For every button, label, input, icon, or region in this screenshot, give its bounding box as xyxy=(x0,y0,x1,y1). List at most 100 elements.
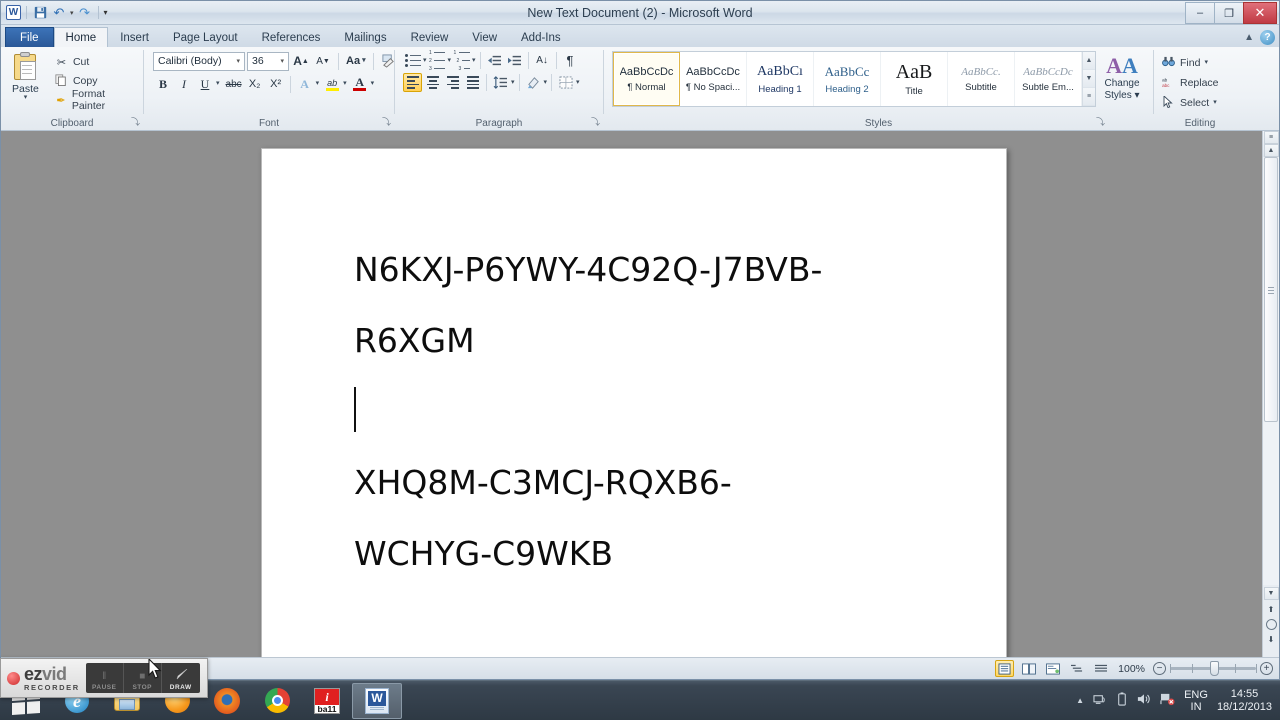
paste-dropdown-icon[interactable]: ▾ xyxy=(24,94,28,101)
style-subtitle[interactable]: AaBbCc. Subtitle xyxy=(948,52,1015,106)
tab-mailings[interactable]: Mailings xyxy=(332,27,398,48)
borders-button[interactable] xyxy=(556,73,575,92)
italic-button[interactable]: I xyxy=(174,74,194,94)
tab-add-ins[interactable]: Add-Ins xyxy=(509,27,573,48)
tab-page-layout[interactable]: Page Layout xyxy=(161,27,250,48)
format-painter-button[interactable]: ✒ Format Painter xyxy=(50,88,140,112)
taskbar-item-firefox[interactable] xyxy=(202,681,252,720)
tab-insert[interactable]: Insert xyxy=(108,27,161,48)
scroll-down-button[interactable]: ▼ xyxy=(1263,587,1279,600)
scroll-up-button[interactable]: ▲ xyxy=(1263,144,1279,157)
tab-view[interactable]: View xyxy=(460,27,509,48)
view-print-layout-button[interactable] xyxy=(995,660,1015,677)
font-color-dropdown-icon[interactable]: ▾ xyxy=(371,80,375,87)
align-center-button[interactable] xyxy=(423,73,442,92)
action-center-icon[interactable] xyxy=(1160,692,1175,709)
font-dialog-launcher[interactable]: ⤵ xyxy=(382,115,391,128)
cut-button[interactable]: ✂ Cut xyxy=(50,53,140,71)
style-heading-2[interactable]: AaBbCc Heading 2 xyxy=(814,52,881,106)
font-size-combobox[interactable]: 36 ▾ xyxy=(247,51,289,71)
multilevel-dropdown-icon[interactable]: ▾ xyxy=(472,57,476,64)
justify-button[interactable] xyxy=(463,73,482,92)
document-page[interactable]: N6KXJ-P6YWY-4C92Q-J7BVB- R6XGM XHQ8M-C3M… xyxy=(261,148,1007,657)
view-full-screen-reading-button[interactable] xyxy=(1019,660,1038,677)
subscript-button[interactable]: X₂ xyxy=(245,74,265,94)
word-logo-icon[interactable]: W xyxy=(6,5,21,20)
ezvid-pause-button[interactable]: ‖ PAUSE xyxy=(86,663,124,693)
styles-more-button[interactable]: ≡ xyxy=(1083,88,1095,106)
font-color-button[interactable]: A xyxy=(350,74,370,94)
taskbar-item-microsoft-word[interactable] xyxy=(352,682,402,719)
change-styles-button[interactable]: AA Change Styles ▾ xyxy=(1096,51,1148,102)
style-no-spacing[interactable]: AaBbCcDc ¶ No Spaci... xyxy=(680,52,747,106)
select-dropdown-icon[interactable]: ▾ xyxy=(1213,99,1217,106)
clock[interactable]: 14:55 18/12/2013 xyxy=(1217,688,1272,714)
borders-dropdown-icon[interactable]: ▾ xyxy=(576,79,580,86)
undo-dropdown-icon[interactable]: ▾ xyxy=(70,9,74,17)
sort-button[interactable]: A↓ xyxy=(533,51,552,70)
split-window-icon[interactable]: ≡ xyxy=(1263,131,1279,144)
scrollbar-track[interactable] xyxy=(1263,157,1279,585)
font-name-combobox[interactable]: Calibri (Body) ▾ xyxy=(153,51,245,71)
find-dropdown-icon[interactable]: ▾ xyxy=(1204,59,1208,66)
style-normal[interactable]: AaBbCcDc ¶ Normal xyxy=(613,52,680,106)
undo-icon[interactable]: ↶ xyxy=(51,5,67,21)
styles-scroll-down-button[interactable]: ▼ xyxy=(1083,70,1095,88)
paste-button[interactable]: Paste ▾ xyxy=(4,51,47,101)
view-web-layout-button[interactable] xyxy=(1043,660,1062,677)
increase-indent-button[interactable] xyxy=(505,51,524,70)
numbering-dropdown-icon[interactable]: ▾ xyxy=(448,57,452,64)
previous-page-button[interactable]: ⬆ xyxy=(1264,602,1279,617)
shading-button[interactable] xyxy=(524,73,543,92)
show-hidden-icons-button[interactable]: ▲ xyxy=(1076,696,1084,705)
ezvid-draw-button[interactable]: DRAW xyxy=(162,663,200,693)
line-spacing-dropdown-icon[interactable]: ▾ xyxy=(511,79,515,86)
style-subtle-emphasis[interactable]: AaBbCcDc Subtle Em... xyxy=(1015,52,1082,106)
scrollbar-thumb[interactable] xyxy=(1264,157,1278,422)
grow-font-button[interactable]: A ▲ xyxy=(291,51,311,71)
minimize-ribbon-icon[interactable]: ▲ xyxy=(1244,32,1254,43)
redo-icon[interactable]: ↷ xyxy=(77,5,93,21)
strikethrough-button[interactable]: abc xyxy=(224,74,244,94)
highlight-dropdown-icon[interactable]: ▾ xyxy=(343,80,349,87)
numbering-button[interactable]: 1 2 3 xyxy=(428,50,447,72)
zoom-out-button[interactable]: − xyxy=(1153,662,1166,675)
paragraph-dialog-launcher[interactable]: ⤵ xyxy=(591,115,600,128)
tab-home[interactable]: Home xyxy=(53,27,109,48)
volume-icon[interactable] xyxy=(1136,692,1151,709)
decrease-indent-button[interactable] xyxy=(485,51,504,70)
align-left-button[interactable] xyxy=(403,73,422,92)
style-title[interactable]: AaB Title xyxy=(881,52,948,106)
line-spacing-button[interactable] xyxy=(491,73,510,92)
language-indicator[interactable]: ENG IN xyxy=(1184,689,1208,713)
ezvid-recorder-toolbar[interactable]: ezvid RECORDER ‖ PAUSE ■ STOP DRAW xyxy=(0,658,208,698)
zoom-track[interactable] xyxy=(1170,661,1257,676)
zoom-percent-label[interactable]: 100% xyxy=(1118,663,1145,675)
styles-scroll-up-button[interactable]: ▲ xyxy=(1083,52,1095,70)
styles-gallery-scrollbar[interactable]: ▲ ▼ ≡ xyxy=(1082,52,1095,106)
show-formatting-marks-button[interactable]: ¶ xyxy=(561,51,580,70)
underline-button[interactable]: U xyxy=(195,74,215,94)
shrink-font-button[interactable]: A ▼ xyxy=(313,51,333,71)
zoom-slider-thumb[interactable] xyxy=(1209,661,1219,676)
change-case-button[interactable]: Aa ▾ xyxy=(344,51,368,71)
tab-file[interactable]: File xyxy=(5,27,54,48)
document-canvas[interactable]: N6KXJ-P6YWY-4C92Q-J7BVB- R6XGM XHQ8M-C3M… xyxy=(1,131,1262,657)
zoom-in-button[interactable]: + xyxy=(1260,662,1273,675)
battery-icon[interactable] xyxy=(1117,692,1127,709)
align-right-button[interactable] xyxy=(443,73,462,92)
styles-dialog-launcher[interactable]: ⤵ xyxy=(1096,115,1105,128)
shading-dropdown-icon[interactable]: ▾ xyxy=(544,79,548,86)
taskbar-item-ball-app[interactable]: i ba11 xyxy=(302,681,352,720)
style-heading-1[interactable]: AaBbCı Heading 1 xyxy=(747,52,814,106)
next-page-button[interactable]: ⬇ xyxy=(1264,632,1279,647)
vertical-scrollbar[interactable]: ≡ ▲ ▼ ⬆ ⬇ xyxy=(1262,131,1279,657)
bullets-button[interactable] xyxy=(403,51,422,70)
tab-references[interactable]: References xyxy=(250,27,333,48)
select-button[interactable]: Select ▾ xyxy=(1157,94,1223,112)
save-icon[interactable] xyxy=(32,5,48,21)
superscript-button[interactable]: X² xyxy=(266,74,286,94)
replace-button[interactable]: ab abc Replace xyxy=(1157,74,1223,92)
restore-button[interactable]: ❐ xyxy=(1214,2,1243,24)
zoom-slider[interactable]: − + xyxy=(1153,661,1273,676)
